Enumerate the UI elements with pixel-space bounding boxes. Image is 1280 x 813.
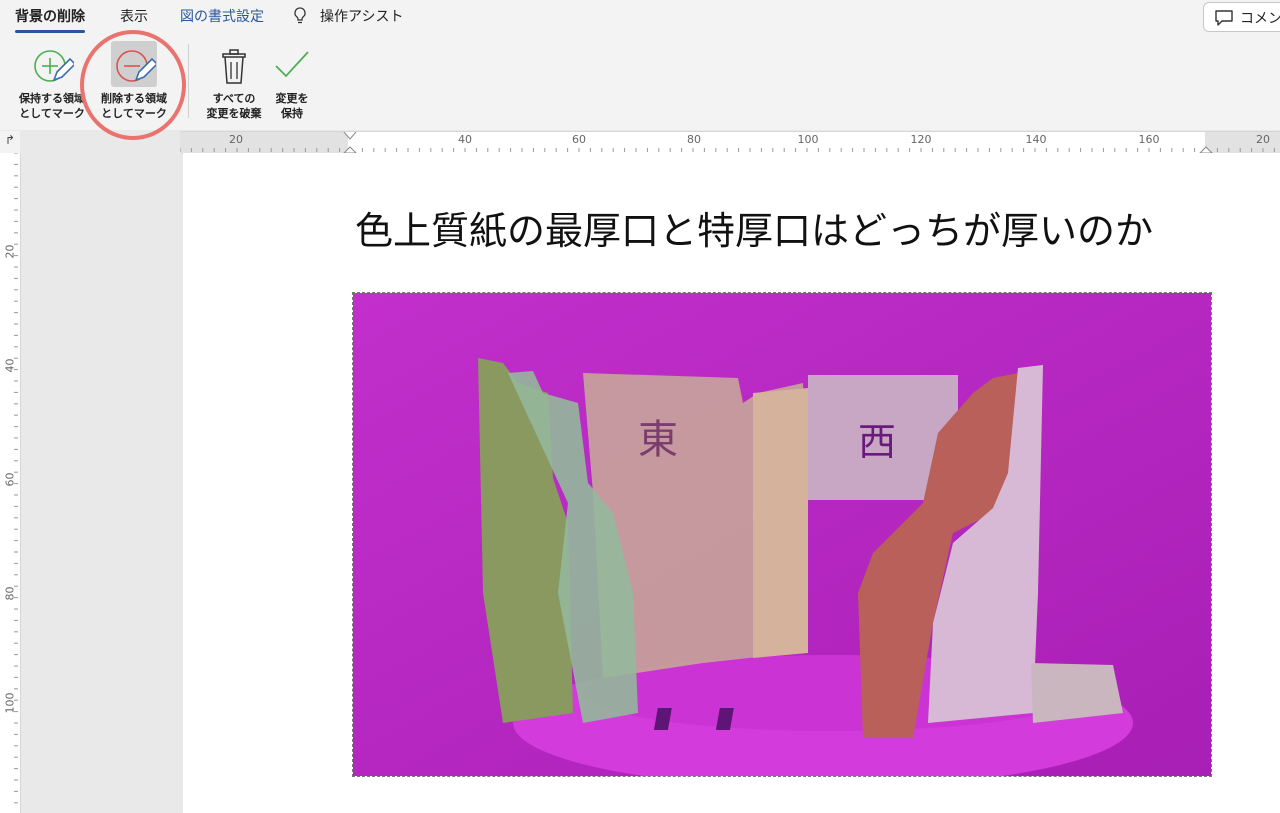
- mark-areas-to-remove-button[interactable]: 削除する領域 としてマーク: [92, 36, 176, 126]
- mark-keep-label: 保持する領域 としてマーク: [19, 92, 85, 120]
- mark-remove-label: 削除する領域 としてマーク: [101, 92, 167, 120]
- checkmark-icon: [275, 51, 309, 78]
- ruler-number: 100: [797, 133, 819, 146]
- ruler-number: 40: [458, 133, 472, 146]
- image-text-west: 西: [858, 420, 896, 464]
- ruler-number: 120: [910, 133, 932, 146]
- indent-marker-icon[interactable]: [343, 132, 357, 154]
- tab-picture-format[interactable]: 図の書式設定: [180, 6, 264, 26]
- photo-paper-craft: 東 西: [353, 293, 1211, 776]
- comments-button[interactable]: コメント: [1203, 2, 1280, 32]
- ruler-number: 160: [1138, 133, 1160, 146]
- ruler-number: 20: [3, 244, 17, 259]
- tab-remove-background[interactable]: 背景の削除: [15, 6, 85, 33]
- lightbulb-icon: [294, 7, 306, 24]
- tab-view[interactable]: 表示: [120, 6, 148, 26]
- ruler-number: 40: [3, 358, 17, 373]
- selected-picture-background-removal[interactable]: 東 西: [352, 292, 1212, 777]
- ruler-number: 20: [229, 133, 243, 146]
- ribbon-tabbar: 背景の削除 表示 図の書式設定 操作アシスト コメント: [0, 0, 1280, 36]
- horizontal-ruler[interactable]: 20 40 60 80 100 120 140 160 20: [180, 131, 1280, 155]
- mark-areas-to-keep-button[interactable]: 保持する領域 としてマーク: [10, 36, 94, 126]
- comment-icon: [1215, 10, 1233, 26]
- ruler-number: 60: [572, 133, 586, 146]
- keep-changes-label: 変更を 保持: [275, 92, 309, 120]
- keep-changes-button[interactable]: 変更を 保持: [256, 36, 328, 126]
- image-text-east: 東: [638, 417, 678, 463]
- mark-remove-icon: [116, 50, 156, 82]
- ruler-number: 20: [1256, 133, 1270, 146]
- vertical-ruler[interactable]: 20 40 60 80 100: [0, 153, 21, 813]
- comments-label: コメント: [1240, 11, 1280, 27]
- ruler-corner-tab-selector[interactable]: ↱: [0, 131, 20, 153]
- ruler-number: 100: [3, 692, 17, 714]
- ribbon-panel: 保持する領域 としてマーク 削除する領域 としてマーク すべての 変更を破棄 変…: [0, 36, 1280, 130]
- ruler-number: 80: [3, 586, 17, 601]
- ruler-number: 140: [1025, 133, 1047, 146]
- ruler-number: 80: [687, 133, 701, 146]
- document-margin-area: [21, 153, 182, 813]
- tell-me-label: 操作アシスト: [320, 9, 404, 25]
- ruler-number: 60: [3, 472, 17, 487]
- ribbon-separator: [188, 44, 189, 118]
- document-heading[interactable]: 色上質紙の最厚口と特厚口はどっちが厚いのか: [355, 200, 1153, 255]
- trash-icon: [222, 49, 246, 84]
- mark-keep-icon: [34, 50, 74, 82]
